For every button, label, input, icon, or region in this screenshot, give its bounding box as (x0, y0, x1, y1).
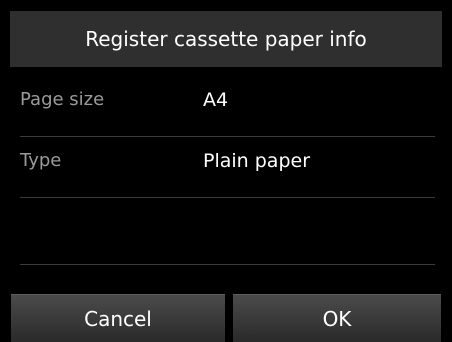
title-bar: Register cassette paper info (10, 11, 442, 67)
setting-label: Page size (20, 89, 105, 110)
empty-row (20, 205, 435, 265)
cancel-button[interactable]: Cancel (11, 294, 225, 342)
setting-value: Plain paper (203, 150, 311, 172)
settings-list: Page size A4 Type Plain paper (10, 77, 442, 316)
setting-row-page-size[interactable]: Page size A4 (20, 77, 435, 137)
ok-button[interactable]: OK (233, 294, 441, 342)
setting-row-type[interactable]: Type Plain paper (20, 138, 435, 198)
setting-value: A4 (203, 89, 229, 111)
page-title: Register cassette paper info (85, 27, 367, 51)
printer-lcd-screen: Register cassette paper info Page size A… (0, 0, 452, 342)
setting-label: Type (20, 150, 62, 171)
